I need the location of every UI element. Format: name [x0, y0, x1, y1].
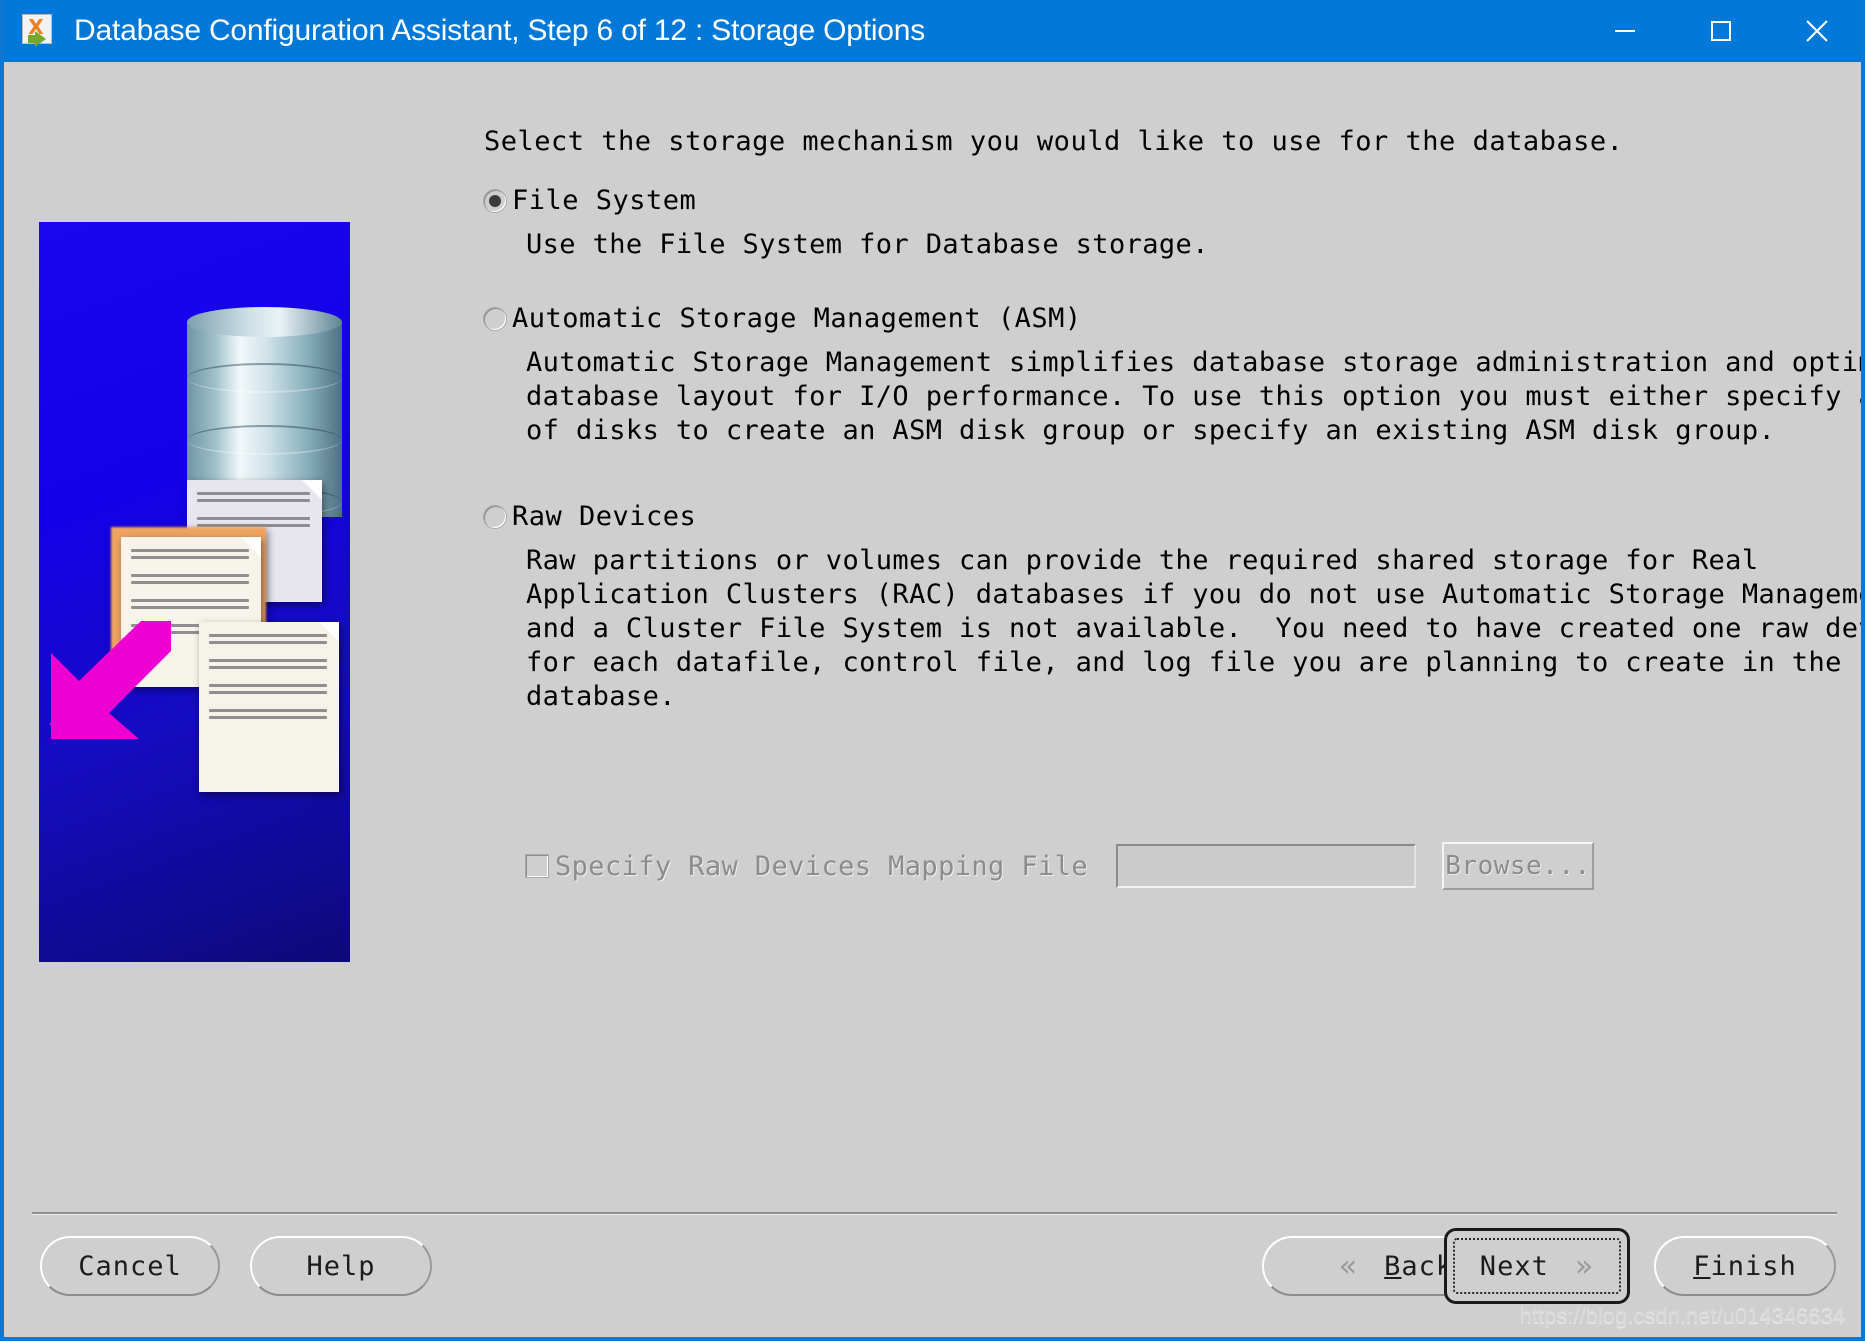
- window-title: Database Configuration Assistant, Step 6…: [74, 14, 926, 47]
- cancel-button[interactable]: Cancel: [40, 1236, 220, 1296]
- footer-separator: [32, 1212, 1837, 1215]
- radio-raw-devices[interactable]: [484, 506, 506, 528]
- finish-button[interactable]: Finish: [1654, 1236, 1836, 1296]
- dbca-window: X Database Configuration Assistant, Step…: [0, 0, 1865, 1341]
- illustration-panel: [39, 222, 350, 962]
- back-mnemonic: B: [1384, 1250, 1402, 1282]
- maximize-button[interactable]: [1673, 0, 1769, 62]
- content-area: Select the storage mechanism you would l…: [4, 62, 1861, 1190]
- title-bar: X Database Configuration Assistant, Step…: [4, 0, 1861, 62]
- option-file-system-label: File System: [512, 185, 697, 216]
- app-icon: X: [22, 14, 56, 48]
- option-raw-devices[interactable]: Raw Devices Raw partitions or volumes ca…: [484, 500, 1861, 714]
- next-button-label-rest: ext: [1497, 1250, 1549, 1282]
- document-front: [199, 622, 339, 792]
- minimize-button[interactable]: [1577, 0, 1673, 62]
- raw-mapping-file-input[interactable]: [1115, 844, 1416, 888]
- option-file-system-description: Use the File System for Database storage…: [526, 229, 1209, 260]
- button-bar: Cancel Help « Back Next » Finish: [4, 1228, 1861, 1312]
- option-raw-devices-label: Raw Devices: [512, 501, 697, 532]
- help-button[interactable]: Help: [250, 1236, 432, 1296]
- chevron-left-double-icon: «: [1338, 1248, 1359, 1284]
- option-asm-label: Automatic Storage Management (ASM): [512, 303, 1082, 334]
- next-button-focus-ring: Next »: [1444, 1228, 1630, 1304]
- chevron-right-double-icon: »: [1574, 1248, 1595, 1284]
- browse-button[interactable]: Browse...: [1441, 842, 1594, 890]
- window-controls: [1577, 0, 1861, 62]
- magenta-arrow-icon: [43, 617, 175, 745]
- option-asm-description: Automatic Storage Management simplifies …: [526, 347, 1861, 446]
- next-button[interactable]: Next »: [1453, 1238, 1621, 1294]
- radio-asm[interactable]: [484, 308, 506, 330]
- intro-text: Select the storage mechanism you would l…: [484, 126, 1624, 157]
- minimize-icon: [1615, 30, 1635, 32]
- finish-mnemonic: F: [1693, 1250, 1711, 1282]
- option-asm[interactable]: Automatic Storage Management (ASM) Autom…: [484, 302, 1861, 448]
- checkbox-specify-raw-mapping-file-label: Specify Raw Devices Mapping File: [555, 850, 1088, 882]
- checkbox-specify-raw-mapping-file[interactable]: [526, 855, 548, 877]
- next-mnemonic: N: [1479, 1250, 1498, 1282]
- close-button[interactable]: [1769, 0, 1861, 62]
- option-file-system[interactable]: File System Use the File System for Data…: [484, 184, 1824, 262]
- watermark: https://blog.csdn.net/u014346634: [1519, 1303, 1845, 1328]
- close-icon: [1806, 20, 1828, 42]
- finish-button-label-rest: inish: [1710, 1250, 1797, 1282]
- raw-mapping-row: Specify Raw Devices Mapping File Browse.…: [526, 842, 1594, 890]
- maximize-icon: [1711, 21, 1731, 41]
- option-raw-devices-description: Raw partitions or volumes can provide th…: [526, 545, 1861, 712]
- radio-file-system[interactable]: [484, 190, 506, 212]
